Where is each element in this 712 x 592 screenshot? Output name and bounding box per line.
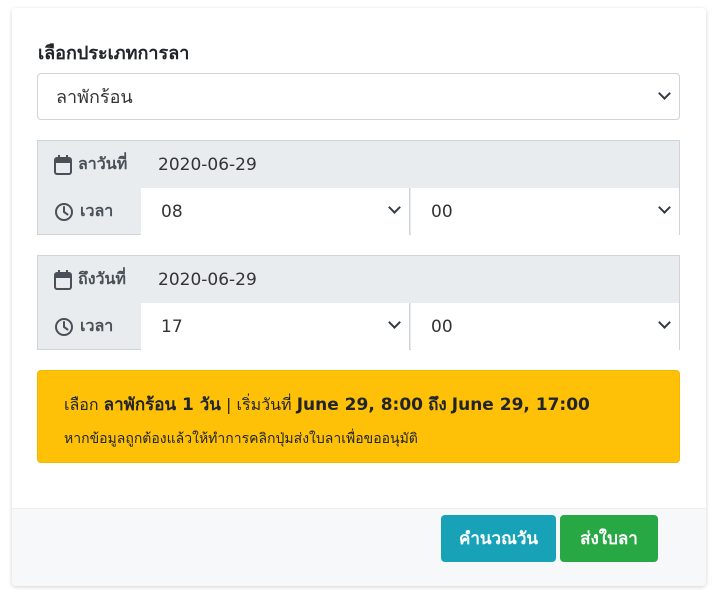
chevron-down-icon (658, 316, 671, 329)
leave-type-select[interactable]: ลาพักร้อน (37, 73, 680, 120)
clock-icon (55, 317, 73, 336)
start-time-prefix: เวลา (38, 188, 141, 235)
summary-alert: เลือก ลาพักร้อน 1 วัน | เริ่มวันที่ June… (37, 370, 680, 463)
start-date-group: ลาวันที่ 2020-06-29 เวลา 08 00 (37, 140, 680, 235)
start-date-field[interactable]: 2020-06-29 (158, 141, 257, 188)
start-minute-select[interactable]: 00 (411, 188, 679, 235)
start-date-label: ลาวันที่ (78, 154, 128, 173)
summary-leave-desc: ลาพักร้อน 1 วัน (103, 395, 221, 415)
leave-type-value: ลาพักร้อน (56, 87, 133, 108)
summary-note: หากข้อมูลถูกต้องแล้วให้ทำการคลิกปุ่มส่งใ… (64, 431, 418, 447)
end-date-field[interactable]: 2020-06-29 (158, 256, 257, 303)
calendar-icon (54, 269, 72, 290)
start-time-row: เวลา 08 00 (38, 188, 679, 235)
submit-leave-button[interactable]: ส่งใบลา (560, 515, 658, 562)
end-time-row: เวลา 17 00 (38, 303, 679, 350)
chevron-down-icon (388, 201, 401, 214)
end-minute-value: 00 (431, 316, 453, 337)
summary-end-at: June 29, 17:00 (451, 395, 590, 415)
end-hour-select[interactable]: 17 (141, 303, 410, 350)
summary-separator: | (226, 395, 232, 414)
calculate-days-button[interactable]: คำนวณวัน (441, 515, 556, 562)
end-date-label: ถึงวันที่ (78, 269, 126, 288)
summary-start-at: June 29, 8:00 (296, 395, 423, 415)
start-time-label: เวลา (80, 201, 114, 220)
clock-icon (55, 202, 73, 221)
end-minute-select[interactable]: 00 (411, 303, 679, 350)
start-hour-select[interactable]: 08 (141, 188, 410, 235)
start-date-row: ลาวันที่ 2020-06-29 (38, 141, 679, 188)
calendar-icon (54, 154, 72, 175)
card-body: เลือกประเภทการลา ลาพักร้อน ลาวันที่ 2020… (12, 8, 706, 508)
chevron-down-icon (658, 201, 671, 214)
start-minute-value: 00 (431, 201, 453, 222)
end-time-prefix: เวลา (38, 303, 141, 350)
summary-to-word: ถึง (428, 395, 447, 415)
end-hour-value: 17 (161, 316, 183, 337)
chevron-down-icon (388, 316, 401, 329)
leave-type-label: เลือกประเภทการลา (38, 43, 190, 64)
end-date-group: ถึงวันที่ 2020-06-29 เวลา 17 00 (37, 255, 680, 350)
end-time-label: เวลา (80, 316, 114, 335)
leave-request-card: เลือกประเภทการลา ลาพักร้อน ลาวันที่ 2020… (12, 8, 706, 586)
summary-start-prefix: เริ่มวันที่ (236, 395, 292, 414)
chevron-down-icon (658, 87, 671, 100)
summary-prefix: เลือก (64, 395, 99, 414)
end-date-row: ถึงวันที่ 2020-06-29 (38, 256, 679, 303)
start-hour-value: 08 (161, 201, 183, 222)
end-date-prefix: ถึงวันที่ (38, 256, 141, 303)
summary-line: เลือก ลาพักร้อน 1 วัน | เริ่มวันที่ June… (64, 391, 679, 418)
start-date-prefix: ลาวันที่ (38, 141, 141, 188)
